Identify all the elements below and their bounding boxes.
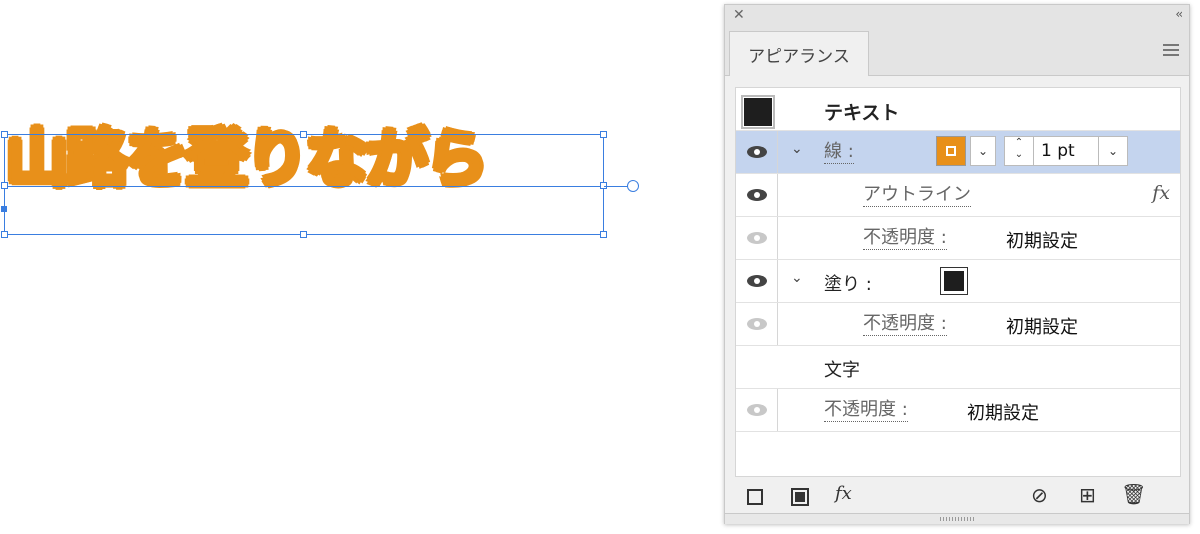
stroke-color-dropdown[interactable]: ⌄ [970, 136, 996, 166]
stroke-weight-stepper[interactable]: ⌃ ⌄ [1005, 137, 1034, 165]
stroke-opacity-row[interactable]: 不透明度 : 初期設定 [736, 217, 1180, 260]
characters-label[interactable]: 文字 [824, 356, 860, 382]
artboard[interactable]: 山路を登りながら [0, 0, 700, 534]
eye-icon[interactable] [746, 146, 767, 158]
panel-bottom-toolbar: fx ⊘ ⊞ 🗑 [725, 479, 1189, 515]
panel-titlebar[interactable]: ✕ ‹‹ [725, 5, 1189, 28]
fill-opacity-label[interactable]: 不透明度 : [863, 313, 947, 336]
eye-icon[interactable] [746, 404, 767, 416]
fill-label[interactable]: 塗り : [824, 270, 872, 296]
hamburger-menu-icon[interactable] [1163, 41, 1179, 59]
eye-icon[interactable] [746, 275, 767, 287]
fx-icon[interactable]: fx [1152, 182, 1170, 204]
clear-appearance-icon[interactable]: ⊘ [1031, 483, 1048, 507]
eye-icon[interactable] [746, 189, 767, 201]
appearance-list: テキスト ⌄ 線 : ⌄ ⌃ ⌄ 1 pt ⌄ アウトライン fx 不透明度 : … [735, 87, 1181, 477]
bbox-handle-bottom-right[interactable] [600, 231, 607, 238]
bbox-handle-top-right[interactable] [600, 131, 607, 138]
characters-row[interactable]: 文字 [736, 346, 1180, 389]
text-opacity-row[interactable]: 不透明度 : 初期設定 [736, 389, 1180, 432]
stroke-weight-field[interactable]: ⌃ ⌄ 1 pt ⌄ [1004, 136, 1128, 166]
double-chevron-left-icon[interactable]: ‹‹ [1175, 7, 1182, 21]
bbox-handle-middle-left[interactable] [1, 182, 8, 189]
trash-icon[interactable]: 🗑 [1121, 482, 1146, 506]
tab-appearance[interactable]: アピアランス [729, 31, 869, 76]
outline-effect-row[interactable]: アウトライン fx [736, 174, 1180, 217]
panel-resize-grip[interactable] [725, 513, 1189, 524]
stroke-row[interactable]: ⌄ 線 : ⌄ ⌃ ⌄ 1 pt ⌄ [736, 131, 1180, 174]
text-opacity-value: 初期設定 [967, 403, 1039, 424]
appearance-header-row[interactable]: テキスト [736, 88, 1180, 131]
bbox-handle-bottom-center[interactable] [300, 231, 307, 238]
fill-opacity-row[interactable]: 不透明度 : 初期設定 [736, 303, 1180, 346]
text-type-path-handle[interactable] [627, 180, 639, 192]
stroke-color-swatch[interactable] [936, 136, 966, 166]
stroke-opacity-value: 初期設定 [1006, 231, 1078, 252]
bbox-handle-bottom-left[interactable] [1, 231, 8, 238]
eye-icon[interactable] [746, 232, 767, 244]
text-baseline [4, 186, 604, 187]
object-thumbnail [741, 95, 775, 129]
appearance-panel: ✕ ‹‹ アピアランス テキスト ⌄ 線 : ⌄ ⌃ ⌄ 1 pt ⌄ アウトラ… [724, 4, 1190, 524]
text-anchor-point[interactable] [1, 206, 7, 212]
text-opacity-label[interactable]: 不透明度 : [824, 399, 908, 422]
fill-row[interactable]: ⌄ 塗り : [736, 260, 1180, 303]
add-new-fill-icon[interactable] [791, 488, 809, 506]
bbox-handle-top-center[interactable] [300, 131, 307, 138]
chevron-down-icon[interactable]: ⌄ [791, 270, 803, 286]
panel-tabbar: アピアランス [725, 27, 1189, 76]
duplicate-item-icon[interactable]: ⊞ [1079, 483, 1096, 507]
fill-opacity-value: 初期設定 [1006, 317, 1078, 338]
chevron-down-icon[interactable]: ⌄ [791, 141, 803, 157]
fill-color-swatch[interactable] [940, 267, 968, 295]
stroke-label[interactable]: 線 : [824, 141, 854, 164]
bbox-handle-top-left[interactable] [1, 131, 8, 138]
stroke-weight-dropdown[interactable]: ⌄ [1098, 137, 1127, 165]
add-effect-fx-icon[interactable]: fx [835, 483, 852, 504]
close-icon[interactable]: ✕ [733, 7, 745, 23]
outline-effect-label[interactable]: アウトライン [863, 184, 971, 207]
stroke-weight-value[interactable]: 1 pt [1041, 141, 1075, 161]
add-new-stroke-icon[interactable] [747, 489, 763, 505]
selection-bounding-box[interactable] [4, 134, 604, 235]
eye-icon[interactable] [746, 318, 767, 330]
object-type-label: テキスト [824, 102, 900, 124]
stroke-opacity-label[interactable]: 不透明度 : [863, 227, 947, 250]
